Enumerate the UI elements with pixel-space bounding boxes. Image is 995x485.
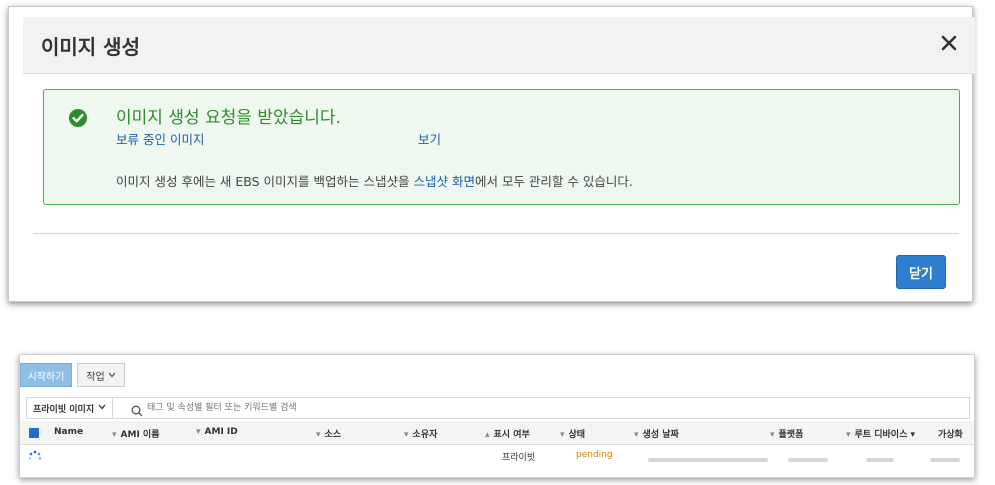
- actions-button[interactable]: 작업: [77, 363, 125, 387]
- status-cell: pending: [576, 450, 613, 460]
- success-alert: 이미지 생성 요청을 받았습니다. 보류 중인 이미지 보기 이미지 생성 후에…: [43, 89, 960, 205]
- redacted-platform: [788, 458, 828, 462]
- chevron-down-icon: [108, 370, 116, 381]
- snapshot-screen-link[interactable]: 스냅샷 화면: [413, 174, 474, 189]
- check-circle-icon: [68, 108, 88, 128]
- create-image-modal: 이미지 생성 이미지 생성 요청을 받았습니다. 보류 중인 이미지 보기 이미…: [8, 6, 975, 302]
- view-link[interactable]: 보기: [418, 129, 441, 148]
- table-header: Name ▾ AMI 이름 ▾ AMI ID ▾ 소스 ▾ 소유자 ▴ 표시 여부 ▾ 상태…: [20, 421, 974, 445]
- modal-title: 이미지 생성: [41, 35, 140, 59]
- col-status[interactable]: ▾ 상태: [560, 427, 585, 440]
- visibility-cell: 프라이빗: [502, 453, 536, 463]
- launch-button[interactable]: 시작하기: [20, 363, 72, 387]
- search-input[interactable]: [147, 400, 547, 416]
- filter-bar: 프라이빗 이미지: [26, 397, 970, 419]
- modal-divider: [33, 233, 959, 234]
- close-button[interactable]: 닫기: [896, 255, 946, 289]
- spinner-icon: [28, 449, 42, 463]
- search-icon: [131, 402, 143, 417]
- info-text: 이미지 생성 후에는 새 EBS 이미지를 백업하는 스냅샷을 스냅샷 화면에서…: [116, 171, 633, 190]
- col-ami-name[interactable]: ▾ AMI 이름: [112, 427, 160, 440]
- col-owner[interactable]: ▾ 소유자: [404, 427, 437, 440]
- select-all-checkbox[interactable]: [29, 428, 39, 438]
- col-creation-date[interactable]: ▾ 생성 날짜: [634, 427, 679, 440]
- pending-image-link[interactable]: 보류 중인 이미지: [116, 129, 204, 148]
- modal-header: 이미지 생성: [23, 17, 975, 74]
- table-row[interactable]: 프라이빗 pending: [20, 446, 974, 466]
- col-visibility[interactable]: ▴ 표시 여부: [485, 427, 530, 440]
- col-name[interactable]: Name: [54, 427, 83, 437]
- info-prefix: 이미지 생성 후에는 새 EBS 이미지를 백업하는 스냅샷을: [116, 174, 414, 189]
- chevron-down-icon: [98, 403, 106, 413]
- info-suffix: 에서 모두 관리할 수 있습니다.: [474, 174, 633, 189]
- col-source[interactable]: ▾ 소스: [316, 427, 341, 440]
- close-icon[interactable]: [937, 31, 961, 55]
- col-platform[interactable]: ▾ 플랫폼: [770, 427, 803, 440]
- success-title: 이미지 생성 요청을 받았습니다.: [116, 108, 341, 128]
- filter-select-label: 프라이빗 이미지: [33, 404, 95, 415]
- col-ami-id[interactable]: ▾ AMI ID: [196, 427, 238, 437]
- redacted-date: [648, 458, 768, 462]
- ami-console-panel: 시작하기 작업 프라이빗 이미지 Name ▾AMI 이름 ▾AMI ID ▾소…: [19, 354, 975, 478]
- image-filter-select[interactable]: 프라이빗 이미지: [27, 398, 114, 418]
- col-virtualization[interactable]: 가상화: [938, 427, 963, 440]
- col-root-device[interactable]: ▾ 루트 디바이스 ▾: [846, 427, 915, 440]
- redacted-root-device: [866, 458, 894, 462]
- redacted-virtualization: [930, 458, 960, 462]
- actions-label: 작업: [86, 371, 105, 383]
